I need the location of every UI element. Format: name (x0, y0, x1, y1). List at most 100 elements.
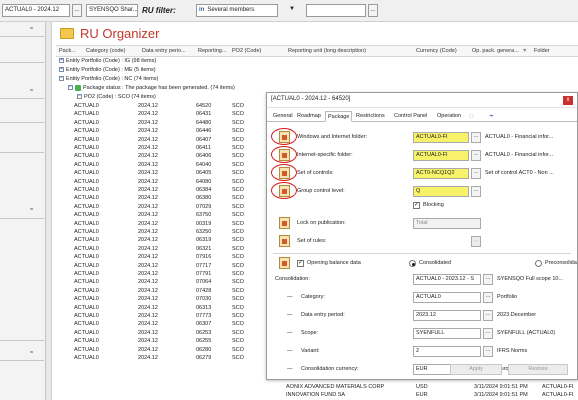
row-scope: — Scope: SYENFULL ... SYENFULL (ACTUAL0) (267, 327, 577, 341)
subgroup-row-po2[interactable]: − PO2 (Code) : SCO (74 items) (77, 93, 156, 101)
tab-restrictions[interactable]: Restrictions (354, 111, 387, 122)
field-label: Category: (301, 294, 325, 300)
col-header-reporting[interactable]: Reporting... (198, 48, 226, 54)
col-header-category[interactable]: Category (code) (86, 48, 125, 54)
period-cell: 2024.12 (138, 153, 158, 160)
lock-publication-select[interactable]: Total (413, 218, 481, 229)
period-cell: 2024.12 (138, 203, 158, 210)
expand-icon[interactable]: + (59, 58, 64, 64)
collapse-icon[interactable]: ≈ (30, 26, 33, 32)
controls-more-button[interactable]: ... (471, 168, 481, 179)
tab-package[interactable]: Package (325, 111, 353, 122)
po2-cell: SCO (232, 329, 244, 336)
category-cell: ACTUAL0 (74, 178, 99, 185)
reporting-cell: 07029 (196, 203, 212, 210)
po2-cell: SCO (232, 338, 244, 345)
control-level-more-button[interactable]: ... (471, 186, 481, 197)
category-cell: ACTUAL0 (74, 254, 99, 261)
po2-cell: SCO (232, 178, 244, 185)
collapse-icon[interactable]: ≈ (30, 88, 33, 94)
apply-button[interactable]: Apply (450, 364, 502, 375)
section-divider (273, 253, 571, 254)
data-entry-input[interactable]: 2023.12 (413, 310, 481, 321)
col-header-generated[interactable]: Op. pack. genera... (472, 48, 519, 54)
controls-input[interactable]: ACT0-NCQ1Q2 (413, 168, 469, 179)
rules-more-button[interactable]: ... (471, 236, 481, 247)
restore-button[interactable]: Restore (508, 364, 568, 375)
category-cell: ACTUAL0 (74, 245, 99, 252)
vertical-scrollbar[interactable] (46, 22, 52, 400)
group-row-me[interactable]: + Entity Portfolio (Code) : ME (5 items) (59, 66, 156, 74)
chevron-down-icon[interactable]: ▼ (282, 4, 302, 17)
filter-source-selector[interactable]: SYENSQO Shar... (86, 4, 138, 17)
period-cell: 2024.12 (138, 229, 158, 235)
control-level-input[interactable]: Q (413, 186, 469, 197)
collapse-icon[interactable]: − (77, 94, 82, 100)
period-cell: 2024.12 (138, 254, 158, 261)
col-header-period[interactable]: Data entry perio... (142, 48, 186, 54)
category-more-button[interactable]: ... (483, 292, 493, 303)
po2-cell: SCO (232, 254, 244, 261)
close-button[interactable]: x (563, 96, 573, 105)
tab-roadmap[interactable]: Roadmap (295, 111, 323, 122)
collapse-icon[interactable]: − (68, 85, 73, 91)
group-row-ig[interactable]: + Entity Portfolio (Code) : IG (98 items) (59, 57, 156, 65)
period-cell: 2024.12 (138, 287, 158, 294)
windows-folder-more-button[interactable]: ... (471, 132, 481, 143)
link-icon[interactable]: ⌁ (489, 111, 494, 121)
po2-cell: SCO (232, 161, 244, 168)
data-entry-more-button[interactable]: ... (483, 310, 493, 321)
tab-general[interactable]: General (271, 111, 295, 122)
version-more-button[interactable]: ... (72, 4, 82, 17)
group-row-nc[interactable]: − Entity Portfolio (Code) : NC (74 items) (59, 75, 158, 83)
tab-operation[interactable]: Operation (435, 111, 463, 122)
variant-input[interactable]: 2 (413, 346, 481, 357)
po2-cell: SCO (232, 195, 244, 202)
internet-folder-more-button[interactable]: ... (471, 150, 481, 161)
field-label: Consolidation: (275, 276, 310, 282)
consolidation-more-button[interactable]: ... (483, 274, 493, 285)
tab-control-panel[interactable]: Control Panel (392, 111, 429, 122)
col-header-unit[interactable]: Reporting unit (long description) (288, 48, 366, 54)
collapse-icon[interactable]: ≈ (30, 207, 33, 213)
windows-folder-input[interactable]: ACTUAL0-FI (413, 132, 469, 143)
collapse-icon[interactable]: − (59, 76, 64, 82)
col-header-currency[interactable]: Currency (Code) (416, 48, 457, 54)
variant-more-button[interactable]: ... (483, 346, 493, 357)
po2-cell: SCO (232, 111, 244, 118)
filter-icon[interactable]: ▼ (522, 48, 527, 54)
col-header-po2[interactable]: PO2 (Code) (232, 48, 261, 54)
members-selector[interactable]: in Several members (196, 4, 278, 17)
internet-folder-input[interactable]: ACTUAL0-FI (413, 150, 469, 161)
col-header-folder[interactable]: Folder (534, 48, 550, 54)
consolidation-input[interactable]: ACTUAL0 - 2023.12 - S (413, 274, 481, 285)
po2-cell: SCO (232, 170, 244, 177)
collapse-icon[interactable]: ≈ (30, 350, 33, 356)
scope-more-button[interactable]: ... (483, 328, 493, 339)
category-cell: ACTUAL0 (74, 321, 99, 328)
generated-cell: 3/11/2024 9:01:51 PM (474, 392, 528, 398)
reporting-cell: 06307 (196, 321, 212, 328)
subgroup-row-status[interactable]: − Package status : The package has been g… (68, 84, 235, 92)
filter-value-input[interactable] (306, 4, 366, 17)
po2-cell: SCO (232, 279, 244, 286)
row-set-of-controls: Set of controls: ACT0-NCQ1Q2 ... Set of … (267, 164, 577, 181)
expand-icon[interactable]: + (59, 67, 64, 73)
consolidated-radio[interactable] (409, 260, 416, 267)
category-input[interactable]: ACTUAL0 (413, 292, 481, 303)
field-status-icon (279, 257, 290, 269)
preconsolidation-radio[interactable] (535, 260, 542, 267)
blocking-checkbox[interactable]: ✓ (413, 202, 420, 209)
reporting-cell: 06279 (196, 355, 212, 361)
period-cell: 2024.12 (138, 119, 158, 126)
scope-input[interactable]: SYENFULL (413, 328, 481, 339)
reporting-cell: 06319 (196, 237, 212, 244)
opening-balance-checkbox[interactable]: ✓ (297, 260, 304, 267)
filter-more-button[interactable]: ... (368, 4, 378, 17)
tree-connector: — (287, 312, 293, 318)
category-cell: ACTUAL0 (74, 187, 99, 193)
po2-cell: SCO (232, 103, 244, 109)
comment-icon[interactable]: ◌ (469, 111, 474, 121)
col-header-package[interactable]: Pack... (59, 48, 76, 54)
version-selector[interactable]: ACTUAL0 - 2024.12 (2, 4, 70, 17)
